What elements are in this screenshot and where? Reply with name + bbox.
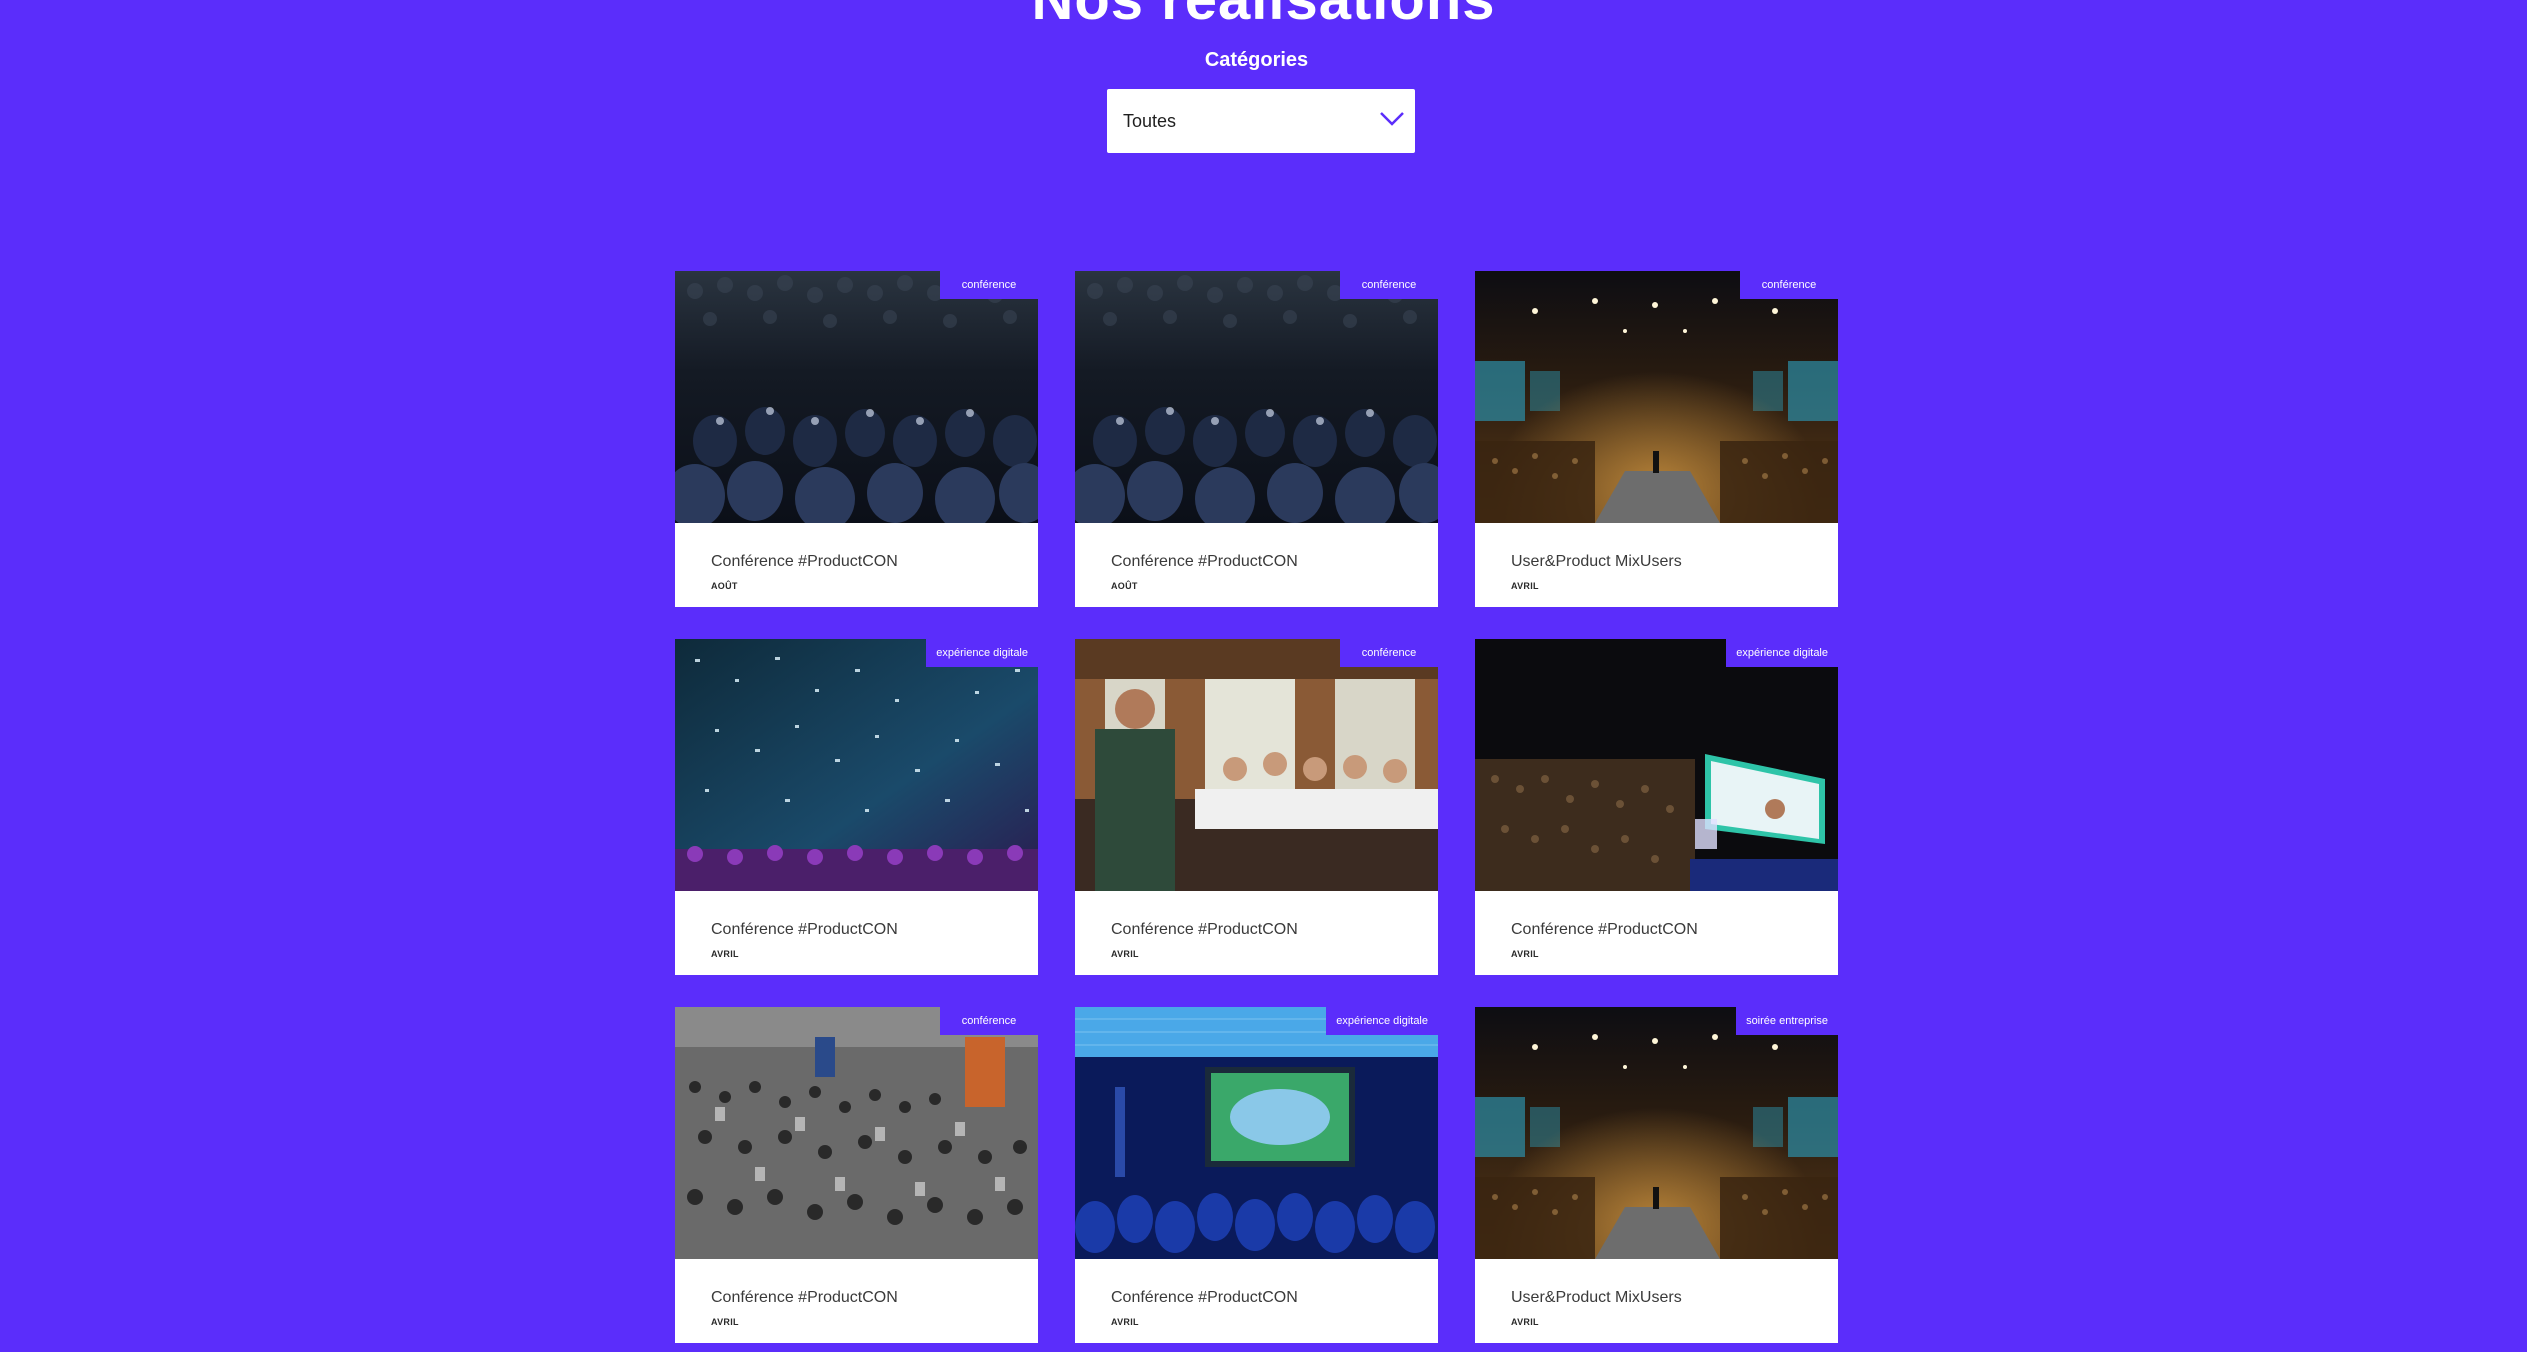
card-month: AVRIL — [1111, 949, 1139, 959]
project-card[interactable]: expérience digitale Conférence #ProductC… — [675, 639, 1038, 975]
category-badge: conférence — [1340, 271, 1438, 299]
category-select-value: Toutes — [1123, 111, 1177, 131]
card-month: AVRIL — [1511, 1317, 1539, 1327]
chevron-down-icon — [1379, 109, 1405, 129]
page-title: Nos réalisations — [0, 0, 2527, 32]
card-month: AOÛT — [711, 581, 738, 591]
card-month: AVRIL — [1511, 949, 1539, 959]
card-month: AVRIL — [1111, 1317, 1139, 1327]
card-title: Conférence #ProductCON — [1111, 1289, 1298, 1306]
category-badge: conférence — [1340, 639, 1438, 667]
dark-stage-screen-photo — [1475, 639, 1838, 891]
category-badge: expérience digitale — [926, 639, 1038, 667]
crowd-hall-photo — [675, 1007, 1038, 1259]
card-title: Conférence #ProductCON — [1111, 553, 1298, 570]
stage-auditorium-photo — [1475, 271, 1838, 523]
category-badge: soirée entreprise — [1736, 1007, 1838, 1035]
card-month: AOÛT — [1111, 581, 1138, 591]
category-badge: conférence — [940, 271, 1038, 299]
project-card[interactable]: conférence Conférence #ProductCON AVRIL — [1075, 639, 1438, 975]
card-title: Conférence #ProductCON — [711, 1289, 898, 1306]
dark-audience-photo — [675, 271, 1038, 523]
stage-auditorium-photo — [1475, 1007, 1838, 1259]
dark-audience-photo — [1075, 271, 1438, 523]
project-card[interactable]: expérience digitale Conférence #ProductC… — [1475, 639, 1838, 975]
blue-screening-room-photo — [1075, 1007, 1438, 1259]
card-title: User&Product MixUsers — [1511, 553, 1682, 570]
project-card[interactable]: expérience digitale Conférence #ProductC… — [1075, 1007, 1438, 1343]
project-card[interactable]: conférence Conférence #ProductCON AVRIL — [675, 1007, 1038, 1343]
card-title: Conférence #ProductCON — [1111, 921, 1298, 938]
card-month: AVRIL — [711, 1317, 739, 1327]
project-card[interactable]: conférence Conférence #ProductCON AOÛT — [1075, 271, 1438, 607]
project-card[interactable]: soirée entreprise User&Product MixUsers … — [1475, 1007, 1838, 1343]
dinner-speaker-photo — [1075, 639, 1438, 891]
confetti-concert-photo — [675, 639, 1038, 891]
card-title: Conférence #ProductCON — [1511, 921, 1698, 938]
category-badge: expérience digitale — [1726, 639, 1838, 667]
category-badge: conférence — [1740, 271, 1838, 299]
project-card[interactable]: conférence User&Product MixUsers AVRIL — [1475, 271, 1838, 607]
category-badge: expérience digitale — [1326, 1007, 1438, 1035]
category-select[interactable]: Toutes — [1107, 89, 1415, 153]
project-card[interactable]: conférence Conférence #ProductCON AOÛT — [675, 271, 1038, 607]
card-title: Conférence #ProductCON — [711, 553, 898, 570]
card-month: AVRIL — [711, 949, 739, 959]
card-title: User&Product MixUsers — [1511, 1289, 1682, 1306]
card-month: AVRIL — [1511, 581, 1539, 591]
category-badge: conférence — [940, 1007, 1038, 1035]
categories-label: Catégories — [1204, 49, 1309, 71]
card-title: Conférence #ProductCON — [711, 921, 898, 938]
